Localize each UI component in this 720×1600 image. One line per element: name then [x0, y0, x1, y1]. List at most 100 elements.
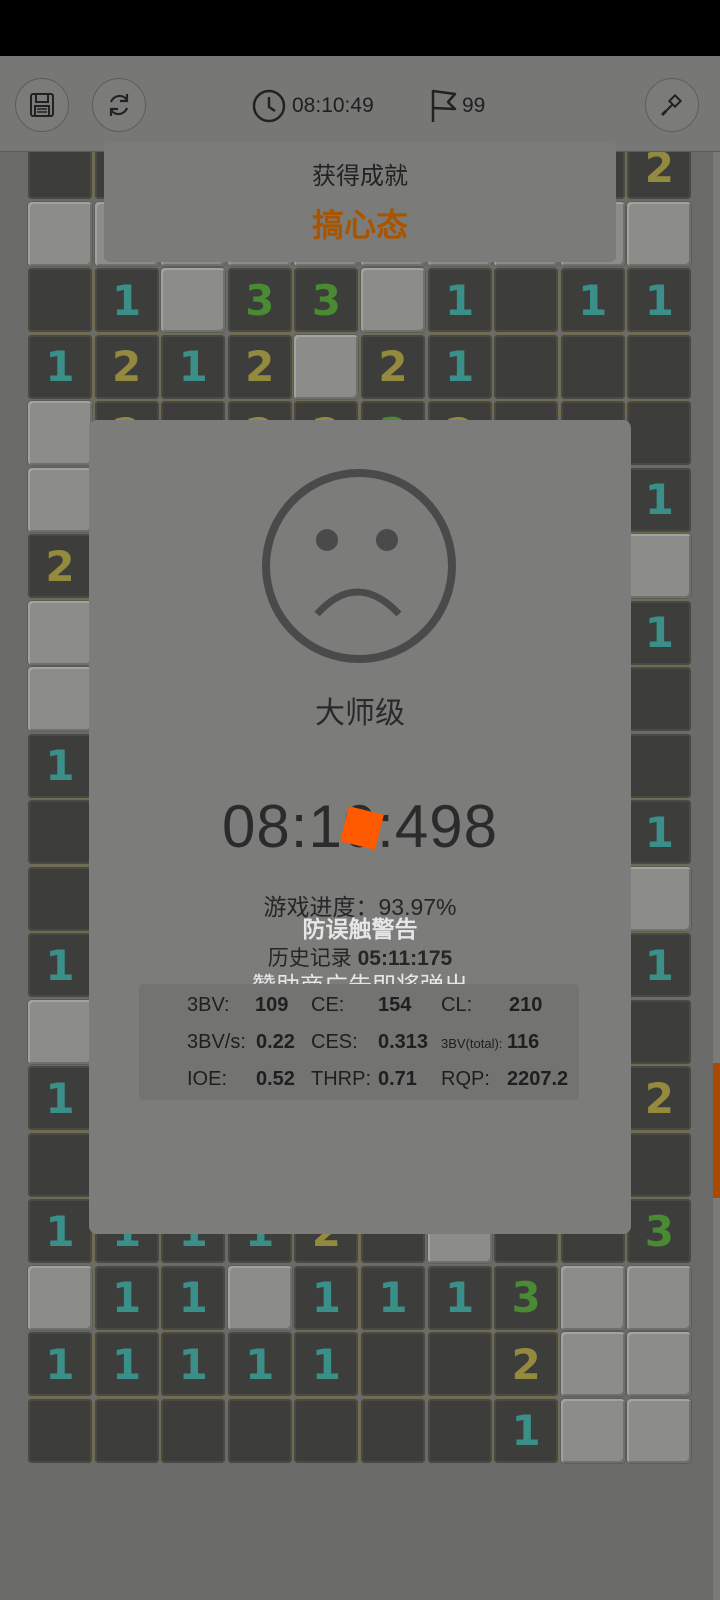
covered-cell[interactable] — [28, 1265, 92, 1330]
number-cell[interactable]: 3 — [494, 1265, 559, 1330]
stat-label: CE: — [311, 994, 345, 1016]
covered-cell[interactable] — [627, 1332, 692, 1396]
revealed-cell[interactable] — [627, 733, 692, 798]
covered-cell[interactable] — [294, 334, 359, 399]
revealed-cell[interactable] — [28, 800, 92, 864]
covered-cell[interactable] — [227, 1265, 292, 1330]
number-cell[interactable]: 1 — [161, 334, 226, 399]
number-cell[interactable]: 1 — [427, 268, 492, 332]
revealed-cell[interactable] — [560, 334, 625, 399]
number-cell[interactable]: 1 — [627, 800, 692, 864]
number-cell[interactable]: 1 — [94, 1265, 159, 1330]
number-cell[interactable]: 1 — [28, 1199, 92, 1263]
stat-label: 3BV(total): — [441, 1036, 503, 1051]
number-cell[interactable]: 1 — [627, 600, 692, 665]
stat-label: IOE: — [187, 1068, 228, 1090]
number-cell[interactable]: 2 — [494, 1332, 559, 1396]
number-cell[interactable]: 1 — [28, 1066, 92, 1130]
stat-label: 3BV: — [187, 994, 230, 1016]
number-cell[interactable]: 1 — [427, 334, 492, 399]
revealed-cell[interactable] — [28, 866, 92, 931]
number-cell[interactable]: 1 — [94, 1332, 159, 1396]
number-cell[interactable]: 2 — [627, 1066, 692, 1130]
number-cell[interactable]: 1 — [627, 933, 692, 997]
revealed-cell[interactable] — [627, 401, 692, 465]
covered-cell[interactable] — [28, 667, 92, 731]
number-cell[interactable]: 1 — [28, 1332, 92, 1396]
number-cell[interactable]: 2 — [360, 334, 425, 399]
number-cell[interactable]: 1 — [227, 1332, 292, 1396]
number-cell[interactable]: 1 — [360, 1265, 425, 1330]
dig-tool-button[interactable] — [645, 78, 699, 132]
number-cell[interactable]: 3 — [627, 1199, 692, 1263]
save-button[interactable] — [15, 78, 69, 132]
achievement-name: 搞心态 — [311, 207, 408, 243]
revealed-cell[interactable] — [360, 1398, 425, 1463]
revealed-cell[interactable] — [627, 999, 692, 1064]
number-cell[interactable]: 1 — [494, 1398, 559, 1463]
covered-cell[interactable] — [28, 999, 92, 1064]
mis-touch-warning-title: 防误触警告 — [302, 916, 418, 942]
stat-value: 109 — [255, 994, 289, 1016]
covered-cell[interactable] — [627, 866, 692, 931]
restart-icon — [109, 94, 129, 116]
covered-cell[interactable] — [360, 268, 425, 332]
number-cell[interactable]: 3 — [294, 268, 359, 332]
number-cell[interactable]: 2 — [227, 334, 292, 399]
revealed-cell[interactable] — [427, 1332, 492, 1396]
number-cell[interactable]: 1 — [161, 1332, 226, 1396]
number-cell[interactable]: 1 — [627, 467, 692, 532]
revealed-cell[interactable] — [28, 268, 92, 332]
covered-cell[interactable] — [28, 467, 92, 532]
covered-cell[interactable] — [560, 1398, 625, 1463]
restart-button[interactable] — [92, 78, 146, 132]
covered-cell[interactable] — [28, 401, 92, 465]
clock-icon — [252, 89, 286, 123]
elapsed-timer: 08:10:49 — [252, 86, 374, 126]
stat-label: RQP: — [441, 1068, 490, 1090]
number-cell[interactable]: 1 — [28, 334, 92, 399]
number-cell[interactable]: 1 — [94, 268, 159, 332]
covered-cell[interactable] — [627, 534, 692, 598]
stat-value: 154 — [378, 994, 412, 1016]
stat-value: 0.71 — [378, 1068, 417, 1090]
revealed-cell[interactable] — [294, 1398, 359, 1463]
number-cell[interactable]: 1 — [560, 268, 625, 332]
revealed-cell[interactable] — [28, 1132, 92, 1197]
number-cell[interactable]: 1 — [427, 1265, 492, 1330]
revealed-cell[interactable] — [161, 1398, 226, 1463]
covered-cell[interactable] — [28, 600, 92, 665]
number-cell[interactable]: 1 — [28, 933, 92, 997]
covered-cell[interactable] — [627, 1398, 692, 1463]
achievement-toast: 获得成就 搞心态 — [104, 142, 616, 262]
revealed-cell[interactable] — [627, 1132, 692, 1197]
game-result-dialog: 大师级 08:10:498 游戏进度：93.97% 防误触警告 历史记录 05:… — [89, 420, 631, 1234]
covered-cell[interactable] — [560, 1332, 625, 1396]
revealed-cell[interactable] — [427, 1398, 492, 1463]
number-cell[interactable]: 1 — [294, 1265, 359, 1330]
revealed-cell[interactable] — [360, 1332, 425, 1396]
number-cell[interactable]: 1 — [627, 268, 692, 332]
flag-counter: 99 — [428, 86, 485, 126]
revealed-cell[interactable] — [494, 334, 559, 399]
covered-cell[interactable] — [161, 268, 226, 332]
stats-panel: 3BV: 109 CE: 154 CL: 210 3BV/s: 0.22 CES… — [139, 984, 579, 1100]
revealed-cell[interactable] — [227, 1398, 292, 1463]
revealed-cell[interactable] — [494, 268, 559, 332]
covered-cell[interactable] — [627, 201, 692, 266]
flag-count-text: 99 — [462, 94, 486, 117]
revealed-cell[interactable] — [627, 334, 692, 399]
number-cell[interactable]: 1 — [294, 1332, 359, 1396]
covered-cell[interactable] — [560, 1265, 625, 1330]
number-cell[interactable]: 3 — [227, 268, 292, 332]
stat-value: 0.52 — [256, 1068, 295, 1090]
covered-cell[interactable] — [627, 1265, 692, 1330]
revealed-cell[interactable] — [627, 667, 692, 731]
number-cell[interactable]: 2 — [94, 334, 159, 399]
revealed-cell[interactable] — [28, 1398, 92, 1463]
number-cell[interactable]: 1 — [161, 1265, 226, 1330]
revealed-cell[interactable] — [94, 1398, 159, 1463]
number-cell[interactable]: 2 — [28, 534, 92, 598]
number-cell[interactable]: 1 — [28, 733, 92, 798]
covered-cell[interactable] — [28, 201, 92, 266]
